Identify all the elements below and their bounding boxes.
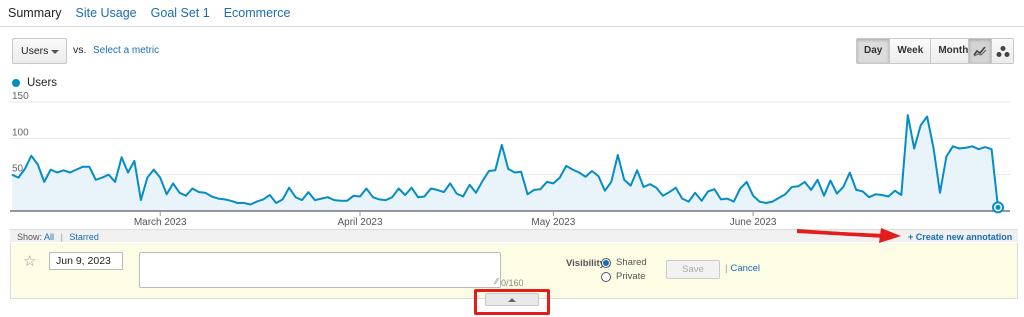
motion-chart-button[interactable] <box>991 39 1013 63</box>
private-label: Private <box>616 271 646 282</box>
cancel-separator: | <box>725 263 728 274</box>
annotation-date-input[interactable]: Jun 9, 2023 <box>49 252 123 270</box>
series-area-fill <box>12 115 998 211</box>
collapse-annotations-button[interactable] <box>485 293 539 306</box>
y-tick-label: 150 <box>12 91 29 102</box>
metric-dropdown[interactable]: Users <box>12 38 67 64</box>
save-button[interactable]: Save <box>666 260 720 279</box>
cancel-label: Cancel <box>730 263 761 274</box>
x-tick-label: March 2023 <box>134 217 187 228</box>
chevron-down-icon <box>51 50 59 54</box>
users-chart: 150 100 50 March 2023 April 2023 May 2023 June… <box>0 90 1024 230</box>
chart-canvas: 15010050March 2023 April 2023 May 2023 June… <box>10 91 1010 228</box>
vs-label: vs. <box>73 44 87 56</box>
y-tick-label: 100 <box>12 127 29 138</box>
filter-separator: | <box>60 232 63 242</box>
last-point-dot <box>995 204 1001 210</box>
time-range-group: Day Week Month <box>856 38 977 64</box>
filter-all-link[interactable]: All <box>44 232 54 242</box>
filter-starred-link[interactable]: Starred <box>69 232 99 242</box>
tab-goal-set-1[interactable]: Goal Set 1 <box>151 6 210 20</box>
resize-handle-icon[interactable]: ⁄⁄ <box>495 277 498 286</box>
report-tabs: Summary Site Usage Goal Set 1 Ecommerce <box>8 6 290 20</box>
cancel-link[interactable]: | Cancel <box>725 263 760 274</box>
star-icon[interactable]: ☆ <box>23 252 36 270</box>
character-counter: 0/160 <box>501 278 524 288</box>
day-button[interactable]: Day <box>857 39 890 63</box>
series-color-dot <box>12 79 20 87</box>
metric-dropdown-value: Users <box>21 45 49 57</box>
x-tick-label: April 2023 <box>337 217 382 228</box>
chart-legend: Users <box>12 77 57 89</box>
legend-label: Users <box>27 77 58 89</box>
tab-summary[interactable]: Summary <box>8 6 61 20</box>
line-chart-icon <box>973 46 987 57</box>
shared-label: Shared <box>616 257 647 268</box>
annotation-note-textarea[interactable]: ⁄⁄ <box>139 252 501 288</box>
x-tick-label: May 2023 <box>531 217 575 228</box>
shared-radio[interactable] <box>601 257 611 268</box>
private-radio[interactable] <box>601 271 611 282</box>
week-button[interactable]: Week <box>889 39 931 63</box>
visibility-shared-option[interactable]: Shared <box>601 257 647 268</box>
chart-type-group <box>968 38 1014 64</box>
motion-chart-icon <box>996 45 1009 57</box>
tab-ecommerce[interactable]: Ecommerce <box>224 6 291 20</box>
tabs-divider <box>0 26 1024 27</box>
x-tick-label: June 2023 <box>730 217 777 228</box>
tab-site-usage[interactable]: Site Usage <box>75 6 136 20</box>
line-chart-button[interactable] <box>969 39 991 63</box>
create-annotation-link[interactable]: + Create new annotation <box>908 232 1012 242</box>
select-metric-link[interactable]: Select a metric <box>93 45 159 56</box>
show-label: Show: <box>17 232 43 242</box>
chevron-up-icon <box>508 297 516 302</box>
visibility-private-option[interactable]: Private <box>601 271 646 282</box>
